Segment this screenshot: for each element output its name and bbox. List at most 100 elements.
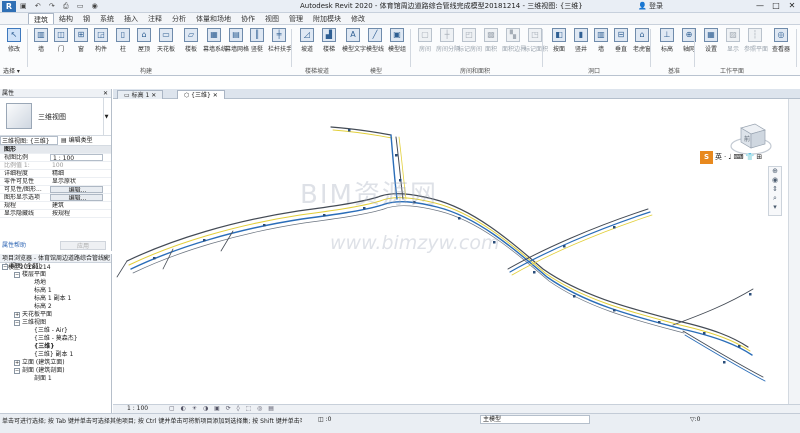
tab-3d-view[interactable]: ⬡ {三维} ✕ xyxy=(177,90,225,99)
show-workplane-button[interactable]: ▨ 显示 xyxy=(722,28,744,53)
ceiling-button[interactable]: ▭ 天花板 xyxy=(155,28,177,53)
tab-5[interactable]: 注释 xyxy=(143,13,167,24)
tab-level-1[interactable]: ▭ 标高 1 ✕ xyxy=(117,90,164,99)
workset-indicator[interactable]: ◫ :0 xyxy=(318,416,331,423)
collapse-icon[interactable]: − xyxy=(14,368,20,374)
view-instance-dropdown[interactable]: 三维视图: {三维} xyxy=(0,136,58,145)
component-button[interactable]: ◲ 构件 xyxy=(90,28,112,53)
tab-7[interactable]: 体量和场地 xyxy=(191,13,236,24)
model-text-button[interactable]: A 模型文字 xyxy=(342,28,366,53)
zoom-icon[interactable]: ⌕ xyxy=(769,194,781,203)
browser-node[interactable]: {三维} 副本 1 xyxy=(0,351,111,359)
browser-node[interactable]: 场地 xyxy=(0,279,111,287)
browser-node[interactable]: + 立面 (建筑立面) xyxy=(0,359,111,367)
revit-app-icon[interactable]: R xyxy=(2,1,16,12)
room-button[interactable]: ▢ 房间 xyxy=(414,28,436,53)
maximize-button[interactable]: □ xyxy=(768,0,784,13)
signin-area[interactable]: 👤 登录 xyxy=(638,1,663,11)
property-value[interactable]: 1 : 100 xyxy=(50,154,103,161)
column-button[interactable]: ▯ 柱 xyxy=(112,28,134,53)
edit-button[interactable]: 编辑... xyxy=(50,186,103,193)
area-boundary-button[interactable]: ▚ 面积边界 xyxy=(502,28,526,53)
pipe-fitting[interactable] xyxy=(738,345,741,348)
cursor-button[interactable]: ↖ 修改 xyxy=(3,28,25,53)
browser-node[interactable]: + 天花板平面 xyxy=(0,311,111,319)
pipe-fitting[interactable] xyxy=(573,295,576,298)
browser-node[interactable]: − 剖面 (建筑剖面) xyxy=(0,367,111,375)
expand-icon[interactable]: + xyxy=(14,312,20,318)
pipe-fitting[interactable] xyxy=(263,224,266,227)
view-control-icons[interactable]: ▢ ◐ ☀ ◑ ▣ ⟳ ◊ ⬚ ◎ ▤ xyxy=(169,405,276,413)
browser-node[interactable]: − 三维视图 xyxy=(0,319,111,327)
pipe-fitting[interactable] xyxy=(703,332,706,335)
tab-12[interactable]: 修改 xyxy=(346,13,370,24)
curtain-system-button[interactable]: ▦ 幕墙系统 xyxy=(203,28,227,53)
ime-keyboard-icon[interactable]: ⌨ xyxy=(734,153,744,161)
properties-help-link[interactable]: 属性帮助 xyxy=(0,241,60,250)
stair-button[interactable]: ▟ 楼梯 xyxy=(318,28,340,53)
room-separator-button[interactable]: ┼ 房间分隔 xyxy=(436,28,460,53)
level-button[interactable]: ⊥ 标高 xyxy=(656,28,678,53)
pipe-fitting[interactable] xyxy=(348,129,351,132)
pipe-fitting[interactable] xyxy=(723,361,726,364)
pipe-fitting[interactable] xyxy=(395,154,398,157)
edit-type-button[interactable]: ▤ 编辑类型 xyxy=(58,136,93,145)
select-dropdown[interactable]: 选择 ▾ xyxy=(0,66,28,76)
model-group-button[interactable]: ▣ 模型组 xyxy=(386,28,408,53)
close-icon[interactable]: ✕ xyxy=(151,92,156,99)
minimize-button[interactable]: — xyxy=(752,0,768,13)
vertical-scrollbar[interactable] xyxy=(788,99,800,404)
door-button[interactable]: ◫ 门 xyxy=(50,28,72,53)
pipe-fitting[interactable] xyxy=(613,309,616,312)
tab-11[interactable]: 附加模块 xyxy=(308,13,346,24)
collapse-icon[interactable]: − xyxy=(2,264,8,270)
expand-icon[interactable]: + xyxy=(14,360,20,366)
edit-button[interactable]: 编辑... xyxy=(50,194,103,201)
set-workplane-button[interactable]: ▦ 设置 xyxy=(700,28,722,53)
tab-8[interactable]: 协作 xyxy=(236,13,260,24)
orbit-icon[interactable]: ◉ xyxy=(769,176,781,185)
menu-chevron-icon[interactable]: ▾ xyxy=(769,203,781,212)
browser-node[interactable]: 标高 1 副本 1 xyxy=(0,295,111,303)
pipe-fitting[interactable] xyxy=(533,271,536,274)
ramp-button[interactable]: ◿ 坡道 xyxy=(296,28,318,53)
browser-node[interactable]: − 楼层平面 xyxy=(0,271,111,279)
collapse-icon[interactable]: − xyxy=(14,320,20,326)
shaft-button[interactable]: ▮ 竖井 xyxy=(570,28,592,53)
close-icon[interactable]: ✕ xyxy=(103,89,108,98)
pipe-fitting[interactable] xyxy=(613,226,616,229)
browser-node[interactable]: 标高 1 xyxy=(0,287,111,295)
vertical-opening-button[interactable]: ⊟ 垂直 xyxy=(610,28,632,53)
area-button[interactable]: ▩ 面积 xyxy=(480,28,502,53)
browser-node[interactable]: 剖面 1 xyxy=(0,375,111,383)
pipe-fitting[interactable] xyxy=(458,217,461,220)
browser-node[interactable]: {三维 - Air} xyxy=(0,327,111,335)
collapse-icon[interactable]: − xyxy=(14,272,20,278)
browser-node[interactable]: {三维} xyxy=(0,343,111,351)
view-scale[interactable]: 1 : 100 xyxy=(127,405,148,413)
ime-toolbox-icon[interactable]: ⊞ xyxy=(756,153,762,161)
model-line-button[interactable]: ╱ 模型线 xyxy=(364,28,386,53)
by-face-button[interactable]: ◧ 按面 xyxy=(548,28,570,53)
close-button[interactable]: ✕ xyxy=(784,0,800,13)
floor-button[interactable]: ▱ 楼板 xyxy=(180,28,202,53)
window-button[interactable]: ⊞ 窗 xyxy=(70,28,92,53)
quick-access-toolbar[interactable]: ▣ ↶ ↷ ⎙ ▭ ◉ xyxy=(20,2,170,11)
curtain-grid-button[interactable]: ▤ 幕墙网格 xyxy=(225,28,249,53)
ime-toolbar[interactable]: S 英 · ♩ ⌨ 👕 ⊞ xyxy=(700,150,772,164)
browser-node[interactable]: − 视图 (全部) xyxy=(0,263,111,271)
filter-count[interactable]: ▽:0 xyxy=(690,416,700,423)
sogou-ime-icon[interactable]: S xyxy=(700,150,713,164)
pipe-fitting[interactable] xyxy=(749,293,752,296)
roof-button[interactable]: ⌂ 屋顶 xyxy=(133,28,155,53)
steering-wheel-icon[interactable]: ⊕ xyxy=(769,167,781,176)
apply-button[interactable]: 应用 xyxy=(60,241,106,250)
pipe-fitting[interactable] xyxy=(203,239,206,242)
ime-language-toggle[interactable]: 英 xyxy=(715,152,722,162)
wall-opening-button[interactable]: ▥ 墙 xyxy=(590,28,612,53)
pipe-fitting[interactable] xyxy=(153,257,156,260)
close-icon[interactable]: ✕ xyxy=(103,254,108,263)
railing-button[interactable]: ╪ 栏杆扶手 xyxy=(268,28,292,53)
tab-1[interactable]: 结构 xyxy=(54,13,78,24)
pipe-fitting[interactable] xyxy=(563,245,566,248)
